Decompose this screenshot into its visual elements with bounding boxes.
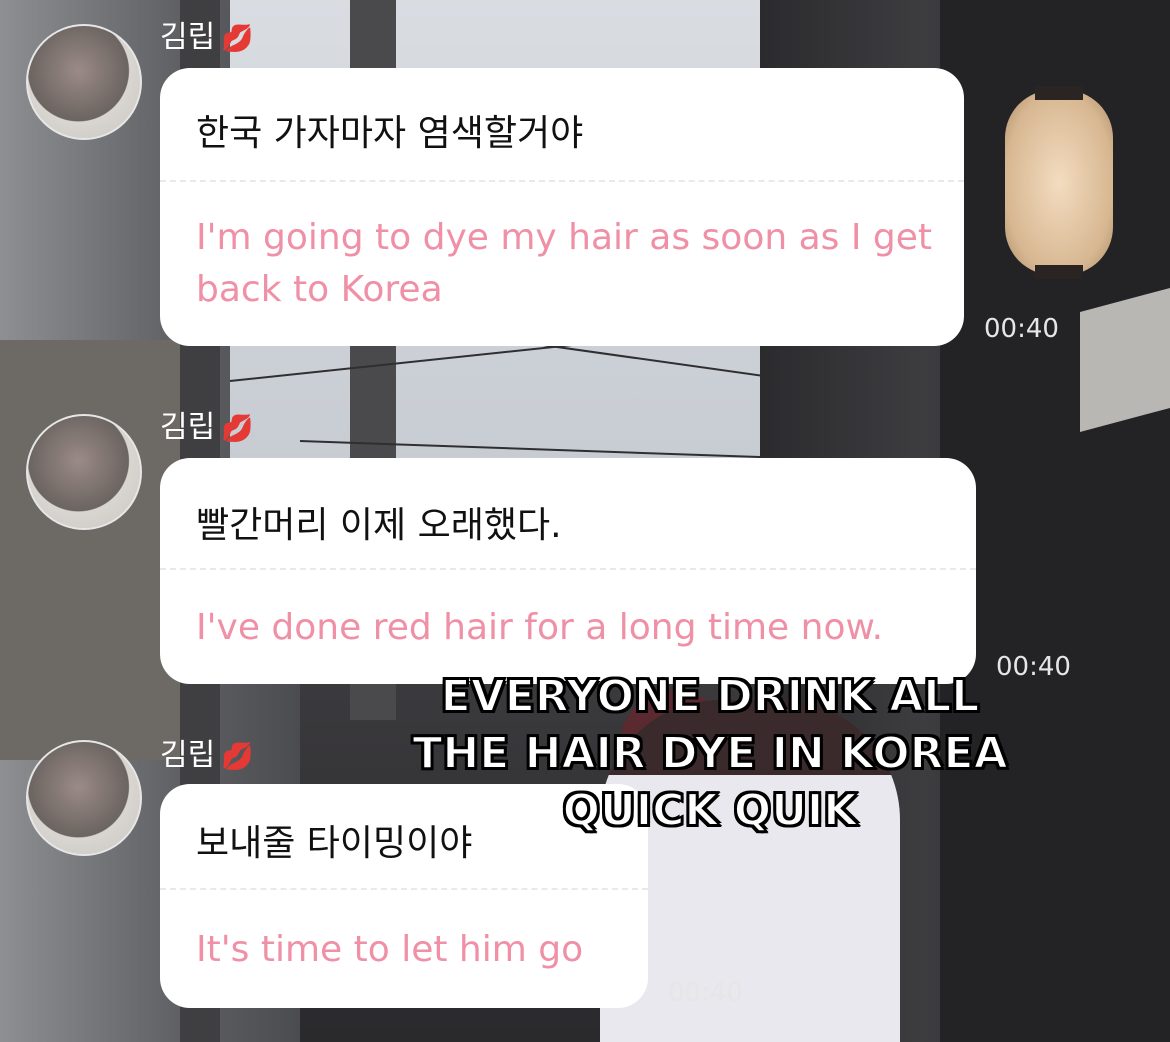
translation-divider <box>160 180 964 182</box>
message-bubble[interactable]: 빨간머리 이제 오래했다. I've done red hair for a l… <box>160 458 976 684</box>
lips-icon: 💋 <box>221 414 254 444</box>
lips-icon: 💋 <box>221 24 254 54</box>
avatar[interactable] <box>26 740 142 856</box>
sender-name: 김립 💋 <box>160 12 254 56</box>
message-bubble[interactable]: 한국 가자마자 염색할거야 I'm going to dye my hair a… <box>160 68 964 346</box>
message-timestamp: 00:40 <box>984 314 1059 344</box>
paper-lantern <box>1005 86 1113 279</box>
awning <box>1080 287 1170 433</box>
avatar[interactable] <box>26 414 142 530</box>
sender-label: 김립 <box>160 20 216 55</box>
caption-line-1: EVERYONE DRINK ALL <box>440 670 981 723</box>
translation-divider <box>160 568 976 570</box>
caption-line-3: QUICK QUIK <box>562 784 859 837</box>
sender-label: 김립 <box>160 738 216 773</box>
message-korean-text: 한국 가자마자 염색할거야 <box>196 113 584 154</box>
avatar[interactable] <box>26 24 142 140</box>
translation-divider <box>160 888 648 890</box>
overlay-caption: EVERYONE DRINK ALL THE HAIR DYE IN KOREA… <box>360 668 1060 839</box>
message-korean-text: 빨간머리 이제 오래했다. <box>196 505 562 546</box>
message-translation-text: I'm going to dye my hair as soon as I ge… <box>196 217 933 310</box>
message-translation-text: I've done red hair for a long time now. <box>196 607 884 648</box>
lips-icon: 💋 <box>221 742 254 772</box>
sender-name: 김립 💋 <box>160 730 254 774</box>
building-left-facade <box>0 340 180 760</box>
message-timestamp: 00:40 <box>668 978 743 1008</box>
sender-name: 김립 💋 <box>160 402 254 446</box>
sender-label: 김립 <box>160 410 216 445</box>
message-translation-text: It's time to let him go <box>196 929 584 970</box>
caption-line-2: THE HAIR DYE IN KOREA <box>411 727 1008 780</box>
